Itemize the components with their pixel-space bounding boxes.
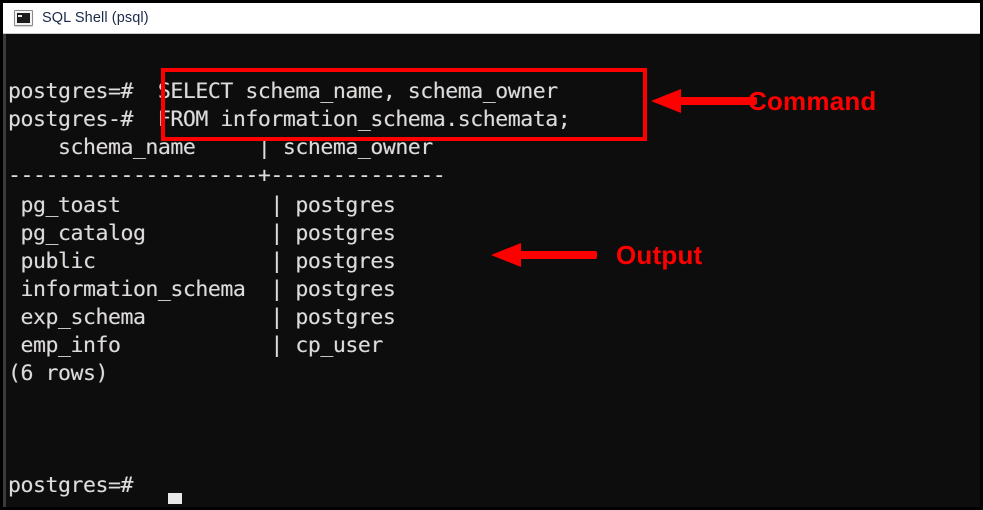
terminal-line-prompt-2: postgres-# FROM information_schema.schem…: [8, 107, 571, 132]
output-annotation-label: Output: [616, 240, 703, 270]
sql-shell-window: SQL Shell (psql) postgres=# SELECT schem…: [0, 0, 983, 510]
terminal-line-table-header: schema_name | schema_owner: [8, 135, 433, 160]
terminal-line-table-separator: --------------------+--------------: [8, 163, 446, 188]
output-arrow-icon: [491, 243, 597, 267]
command-arrow-icon: [651, 89, 757, 113]
terminal-line-row-3: public | postgres: [8, 249, 396, 274]
terminal-line-final-prompt: postgres=#: [8, 473, 133, 498]
terminal-line-row-6: emp_info | cp_user: [8, 333, 383, 358]
terminal-line-row-5: exp_schema | postgres: [8, 305, 396, 330]
terminal-line-row-1: pg_toast | postgres: [8, 193, 396, 218]
terminal-line-row-4: information_schema | postgres: [8, 277, 396, 302]
command-annotation-label: Command: [748, 86, 877, 116]
console-icon: [14, 10, 33, 26]
terminal-line-prompt-1: postgres=# SELECT schema_name, schema_ow…: [8, 79, 558, 104]
window-title: SQL Shell (psql): [42, 10, 149, 26]
window-titlebar[interactable]: SQL Shell (psql): [3, 3, 980, 34]
terminal-line-row-2: pg_catalog | postgres: [8, 221, 396, 246]
terminal-line-row-count: (6 rows): [8, 361, 108, 386]
terminal-cursor: [168, 493, 182, 504]
